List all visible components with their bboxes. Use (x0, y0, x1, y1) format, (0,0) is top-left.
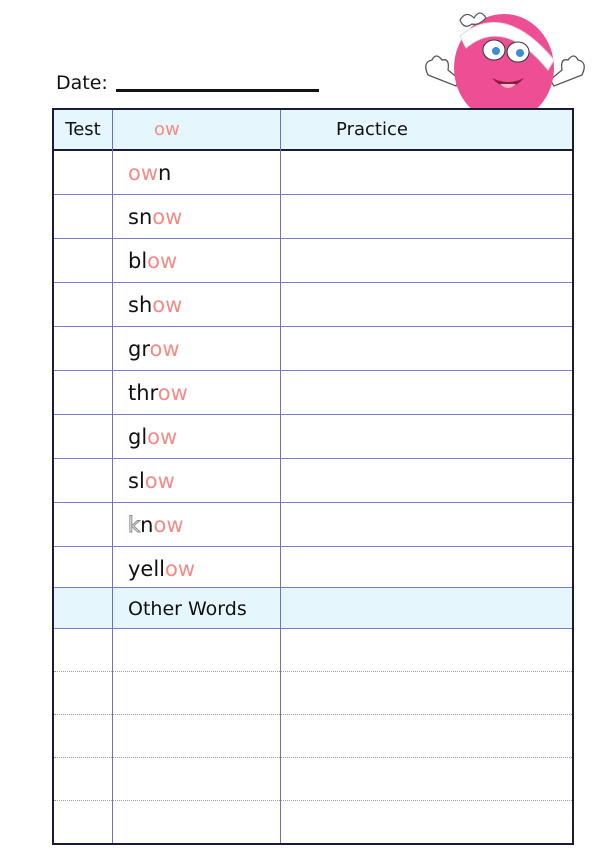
other-words-label: Other Words (128, 598, 247, 620)
word-row: own (54, 151, 572, 195)
word-row: slow (54, 459, 572, 503)
word-row: snow (54, 195, 572, 239)
header-practice: Practice (336, 119, 408, 140)
word: snow (128, 205, 183, 229)
blank-row (54, 629, 572, 672)
word-row: know (54, 503, 572, 547)
word: yellow (128, 557, 196, 581)
header-test: Test (65, 119, 101, 140)
word-row: blow (54, 239, 572, 283)
word: grow (128, 337, 180, 361)
word-row: show (54, 283, 572, 327)
worksheet-table: Test ow Practice own snow blow show grow… (52, 108, 574, 845)
word: slow (128, 469, 175, 493)
blank-row (54, 801, 572, 844)
header-spelling-pattern: ow (154, 119, 180, 140)
word: blow (128, 249, 178, 273)
word-row: throw (54, 371, 572, 415)
date-label: Date: (56, 72, 108, 94)
word: show (128, 293, 183, 317)
column-divider (280, 110, 281, 843)
word-row: glow (54, 415, 572, 459)
date-line (116, 89, 319, 92)
blank-row (54, 672, 572, 715)
blank-row (54, 715, 572, 758)
word: throw (128, 381, 188, 405)
other-words-row: Other Words (54, 587, 572, 629)
blank-row (54, 758, 572, 801)
column-divider (112, 110, 113, 843)
word: glow (128, 425, 178, 449)
word: know (127, 513, 184, 538)
word: own (128, 161, 172, 185)
word-row: grow (54, 327, 572, 371)
header-row: Test ow Practice (54, 110, 572, 151)
word-row: yellow (54, 547, 572, 587)
